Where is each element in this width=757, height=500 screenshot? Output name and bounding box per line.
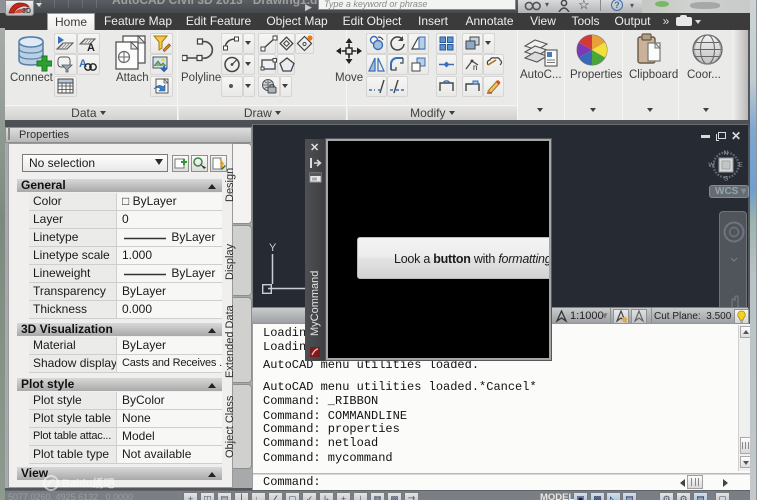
svg-text:N: N bbox=[724, 150, 729, 157]
svg-text:S: S bbox=[724, 176, 729, 183]
svg-text:E: E bbox=[738, 162, 743, 169]
svg-text:n: n bbox=[473, 63, 477, 72]
svg-text:W: W bbox=[708, 162, 715, 169]
svg-text:A: A bbox=[87, 42, 95, 52]
svg-text:Y: Y bbox=[269, 242, 277, 254]
svg-text:Baidu绣吧: Baidu绣吧 bbox=[62, 476, 115, 490]
